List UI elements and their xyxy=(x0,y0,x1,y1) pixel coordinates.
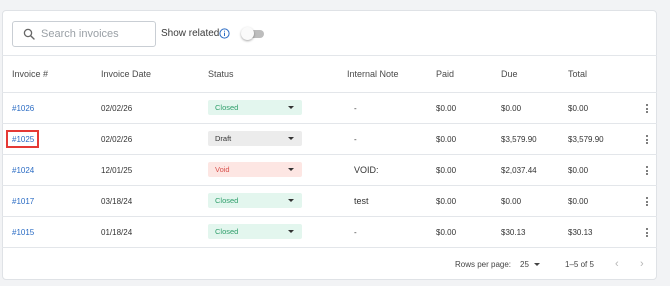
search-input[interactable] xyxy=(39,25,153,43)
invoice-number-link[interactable]: #1026 xyxy=(12,104,34,113)
chevron-down-icon xyxy=(288,199,294,202)
total-amount: $0.00 xyxy=(568,197,589,206)
internal-note: - xyxy=(354,228,357,237)
invoice-date: 03/18/24 xyxy=(101,197,133,206)
info-icon[interactable] xyxy=(219,28,230,39)
invoices-card xyxy=(2,10,657,280)
search-icon xyxy=(23,28,35,40)
row-divider xyxy=(2,154,657,155)
invoice-number-link[interactable]: #1015 xyxy=(12,228,34,237)
show-related-toggle[interactable] xyxy=(241,27,265,40)
invoice-number-link[interactable]: #1017 xyxy=(12,197,34,206)
divider xyxy=(2,55,657,56)
chevron-down-icon xyxy=(288,137,294,140)
paid-amount: $0.00 xyxy=(436,166,457,175)
column-header-internal-note[interactable]: Internal Note xyxy=(347,69,399,79)
status-label: Void xyxy=(215,165,230,174)
row-divider xyxy=(2,216,657,217)
due-amount: $0.00 xyxy=(501,197,522,206)
chevron-down-icon xyxy=(288,168,294,171)
column-header-total[interactable]: Total xyxy=(568,69,587,79)
chevron-down-icon[interactable] xyxy=(534,263,540,266)
header-divider xyxy=(2,92,657,93)
status-dropdown[interactable]: Closed xyxy=(208,100,302,115)
more-vert-icon[interactable] xyxy=(646,166,649,177)
internal-note: - xyxy=(354,104,357,113)
column-header-invoice-date[interactable]: Invoice Date xyxy=(101,69,151,79)
invoice-date: 02/02/26 xyxy=(101,135,133,144)
total-amount: $0.00 xyxy=(568,104,589,113)
due-amount: $0.00 xyxy=(501,104,522,113)
status-label: Closed xyxy=(215,103,239,112)
total-amount: $30.13 xyxy=(568,228,593,237)
status-dropdown[interactable]: Void xyxy=(208,162,302,177)
due-amount: $3,579.90 xyxy=(501,135,537,144)
internal-note: test xyxy=(354,196,369,206)
paid-amount: $0.00 xyxy=(436,197,457,206)
chevron-right-icon[interactable]: › xyxy=(640,258,644,270)
total-amount: $3,579.90 xyxy=(568,135,604,144)
search-field[interactable] xyxy=(12,21,156,47)
chevron-down-icon xyxy=(288,230,294,233)
due-amount: $30.13 xyxy=(501,228,526,237)
status-dropdown[interactable]: Closed xyxy=(208,193,302,208)
invoice-date: 02/02/26 xyxy=(101,104,133,113)
column-header-status[interactable]: Status xyxy=(208,69,234,79)
row-divider xyxy=(2,123,657,124)
column-header-paid[interactable]: Paid xyxy=(436,69,454,79)
paid-amount: $0.00 xyxy=(436,228,457,237)
pagination-range: 1–5 of 5 xyxy=(565,260,594,269)
more-vert-icon[interactable] xyxy=(646,197,649,208)
chevron-down-icon xyxy=(288,106,294,109)
column-header-invoice[interactable]: Invoice # xyxy=(12,69,48,79)
status-label: Closed xyxy=(215,196,239,205)
rows-per-page-select[interactable]: 25 xyxy=(520,260,529,269)
more-vert-icon[interactable] xyxy=(646,228,649,239)
paid-amount: $0.00 xyxy=(436,135,457,144)
more-vert-icon[interactable] xyxy=(646,104,649,115)
due-amount: $2,037.44 xyxy=(501,166,537,175)
invoice-date: 01/18/24 xyxy=(101,228,133,237)
internal-note: VOID: xyxy=(354,165,379,175)
invoice-number-link[interactable]: #1024 xyxy=(12,166,34,175)
more-vert-icon[interactable] xyxy=(646,135,649,146)
status-label: Draft xyxy=(215,134,232,143)
status-dropdown[interactable]: Closed xyxy=(208,224,302,239)
paid-amount: $0.00 xyxy=(436,104,457,113)
row-divider xyxy=(2,247,657,248)
rows-per-page-label: Rows per page: xyxy=(455,260,512,269)
total-amount: $0.00 xyxy=(568,166,589,175)
show-related-label: Show related xyxy=(161,28,220,39)
status-label: Closed xyxy=(215,227,239,236)
row-divider xyxy=(2,185,657,186)
chevron-left-icon[interactable]: ‹ xyxy=(615,258,619,270)
highlight-box xyxy=(6,130,39,148)
column-header-due[interactable]: Due xyxy=(501,69,518,79)
internal-note: - xyxy=(354,135,357,144)
status-dropdown[interactable]: Draft xyxy=(208,131,302,146)
invoice-date: 12/01/25 xyxy=(101,166,133,175)
toggle-knob xyxy=(241,27,254,40)
